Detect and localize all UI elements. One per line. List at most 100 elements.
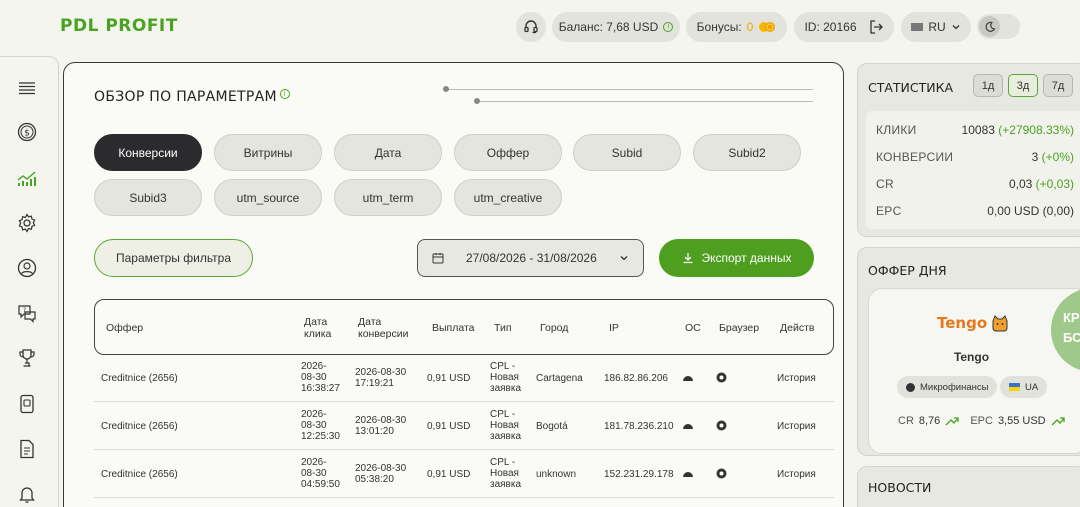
offer-of-day-card: ОФФЕР ДНЯ Tengo Tengo Микрофинансы UA CR…: [857, 247, 1080, 456]
col-ip[interactable]: IP: [609, 322, 619, 334]
chrome-icon: [716, 420, 727, 431]
col-city[interactable]: Город: [540, 322, 568, 334]
chip-showcases[interactable]: Витрины: [214, 134, 322, 171]
theme-toggle[interactable]: [977, 14, 1020, 39]
coins-icon: [759, 22, 776, 32]
moon-icon: [985, 21, 995, 32]
chip-date[interactable]: Дата: [334, 134, 442, 171]
theme-knob: [979, 16, 1000, 37]
document-icon[interactable]: [16, 438, 38, 460]
date-range-select[interactable]: 27/08/2026 - 31/08/2026: [417, 239, 644, 277]
range-slider-handle[interactable]: [474, 98, 480, 104]
device-icon[interactable]: [16, 393, 38, 415]
col-offer[interactable]: Оффер: [106, 322, 143, 334]
cell-type: CPL - Новая заявка: [490, 361, 522, 394]
menu-icon[interactable]: [16, 77, 38, 99]
offer-name: Tengo: [953, 350, 990, 364]
table-header: Оффер Дата клика Дата конверсии Выплата …: [94, 299, 834, 355]
epc-value: 3,55 USD: [997, 415, 1046, 427]
offer-card[interactable]: Tengo Tengo Микрофинансы UA CR 8,76 EPC …: [868, 288, 1080, 454]
balance-pill[interactable]: Баланс: 7,68 USD i: [552, 12, 680, 42]
col-payout[interactable]: Выплата: [432, 322, 475, 334]
finance-icon[interactable]: $: [16, 121, 38, 143]
chip-utm-creative[interactable]: utm_creative: [454, 179, 562, 216]
support-button[interactable]: [516, 12, 546, 42]
help-icon[interactable]: ?: [16, 302, 38, 324]
stat-delta: (+0%): [1041, 150, 1074, 164]
offer-of-day-title: ОФФЕР ДНЯ: [868, 263, 947, 278]
stat-delta: (0,00): [1042, 204, 1074, 218]
logo[interactable]: PDL PROFIT: [60, 16, 178, 36]
stats-box: КЛИКИ 10083 (+27908.33%) КОНВЕРСИИ 3 (+0…: [866, 111, 1080, 229]
filter-params-button[interactable]: Параметры фильтра: [94, 239, 253, 277]
range-slider-track[interactable]: [445, 89, 813, 90]
export-button[interactable]: Экспорт данных: [659, 239, 814, 277]
balance-text: Баланс: 7,68 USD: [558, 20, 659, 34]
bonus-label: Бонусы:: [696, 20, 742, 34]
cell-offer[interactable]: Creditnice (2656): [101, 469, 178, 480]
chip-offer[interactable]: Оффер: [454, 134, 562, 171]
chip-conversions[interactable]: Конверсии: [94, 134, 202, 171]
col-click-date[interactable]: Дата клика: [304, 316, 344, 340]
android-icon: [683, 376, 693, 381]
cell-ip: 152.231.29.178: [604, 469, 674, 480]
user-icon[interactable]: [16, 257, 38, 279]
info-icon[interactable]: i: [279, 89, 290, 99]
stat-delta: (+27908.33%): [998, 123, 1074, 137]
range-1d-button[interactable]: 1д: [973, 74, 1003, 97]
col-conversion-date[interactable]: Дата конверсии: [358, 316, 418, 340]
col-browser[interactable]: Браузер: [719, 322, 759, 334]
chip-subid2[interactable]: Subid2: [693, 134, 801, 171]
offer-logo: Tengo: [937, 313, 1010, 333]
language-select[interactable]: RU: [901, 12, 971, 42]
table-row[interactable]: Creditnice (2656) 2026-08-30 16:38:27 20…: [94, 355, 834, 402]
svg-text:?: ?: [23, 307, 26, 314]
epc-label: EPC: [970, 415, 993, 427]
android-icon: [683, 472, 693, 477]
stat-cr: CR 0,03 (+0,03): [876, 177, 1074, 191]
bonus-pill[interactable]: Бонусы: 0: [686, 12, 787, 42]
trophy-icon[interactable]: [16, 347, 38, 369]
range-3d-button[interactable]: 3д: [1008, 74, 1038, 97]
stat-label: CR: [876, 177, 894, 191]
cr-value: 8,76: [918, 415, 941, 427]
table-row[interactable]: Creditnice (2656) 2026-08-30 04:59:50 20…: [94, 451, 834, 498]
range-slider-track[interactable]: [476, 101, 813, 102]
history-link[interactable]: История: [777, 469, 816, 480]
chip-subid3[interactable]: Subid3: [94, 179, 202, 216]
chip-utm-source[interactable]: utm_source: [214, 179, 322, 216]
col-type[interactable]: Тип: [494, 322, 512, 334]
cell-conversion-date: 2026-08-30 17:19:21: [355, 367, 407, 389]
range-slider-handle[interactable]: [443, 86, 449, 92]
statistics-icon[interactable]: [16, 167, 38, 189]
cell-offer[interactable]: Creditnice (2656): [101, 421, 178, 432]
range-7d-button[interactable]: 7д: [1043, 74, 1073, 97]
stat-value: 10083: [961, 123, 995, 137]
logout-icon[interactable]: [868, 19, 884, 35]
cell-conversion-date: 2026-08-30 05:38:20: [355, 463, 407, 485]
bell-icon[interactable]: [16, 483, 38, 505]
settings-icon[interactable]: [16, 212, 38, 234]
col-actions[interactable]: Действ: [780, 322, 814, 334]
stat-value-group: 3 (+0%): [1032, 150, 1074, 164]
headset-icon: [524, 20, 538, 34]
user-id-pill[interactable]: ID: 20166: [794, 12, 894, 42]
history-link[interactable]: История: [777, 373, 816, 384]
cr-label: CR: [898, 415, 914, 427]
col-os[interactable]: ОС: [685, 322, 701, 334]
cell-offer[interactable]: Creditnice (2656): [101, 373, 178, 384]
table-row[interactable]: Creditnice (2656) 2026-08-30 12:25:30 20…: [94, 403, 834, 450]
promo-badge-line1: КР: [1063, 310, 1080, 325]
cell-click-date: 2026-08-30 12:25:30: [301, 409, 340, 442]
offer-category-pill: Микрофинансы: [897, 376, 998, 398]
stat-value-group: 0,03 (+0,03): [1009, 177, 1074, 191]
stat-conversions: КОНВЕРСИИ 3 (+0%): [876, 150, 1074, 164]
chevron-down-icon: [952, 25, 960, 30]
stat-label: КЛИКИ: [876, 123, 917, 137]
stat-label: EPC: [876, 204, 902, 218]
main-panel: ОБЗОР ПО ПАРАМЕТРАМ i Конверсии Витрины Д…: [63, 62, 844, 507]
stat-delta: (+0,03): [1035, 177, 1074, 191]
history-link[interactable]: История: [777, 421, 816, 432]
chip-subid[interactable]: Subid: [573, 134, 681, 171]
chip-utm-term[interactable]: utm_term: [334, 179, 442, 216]
